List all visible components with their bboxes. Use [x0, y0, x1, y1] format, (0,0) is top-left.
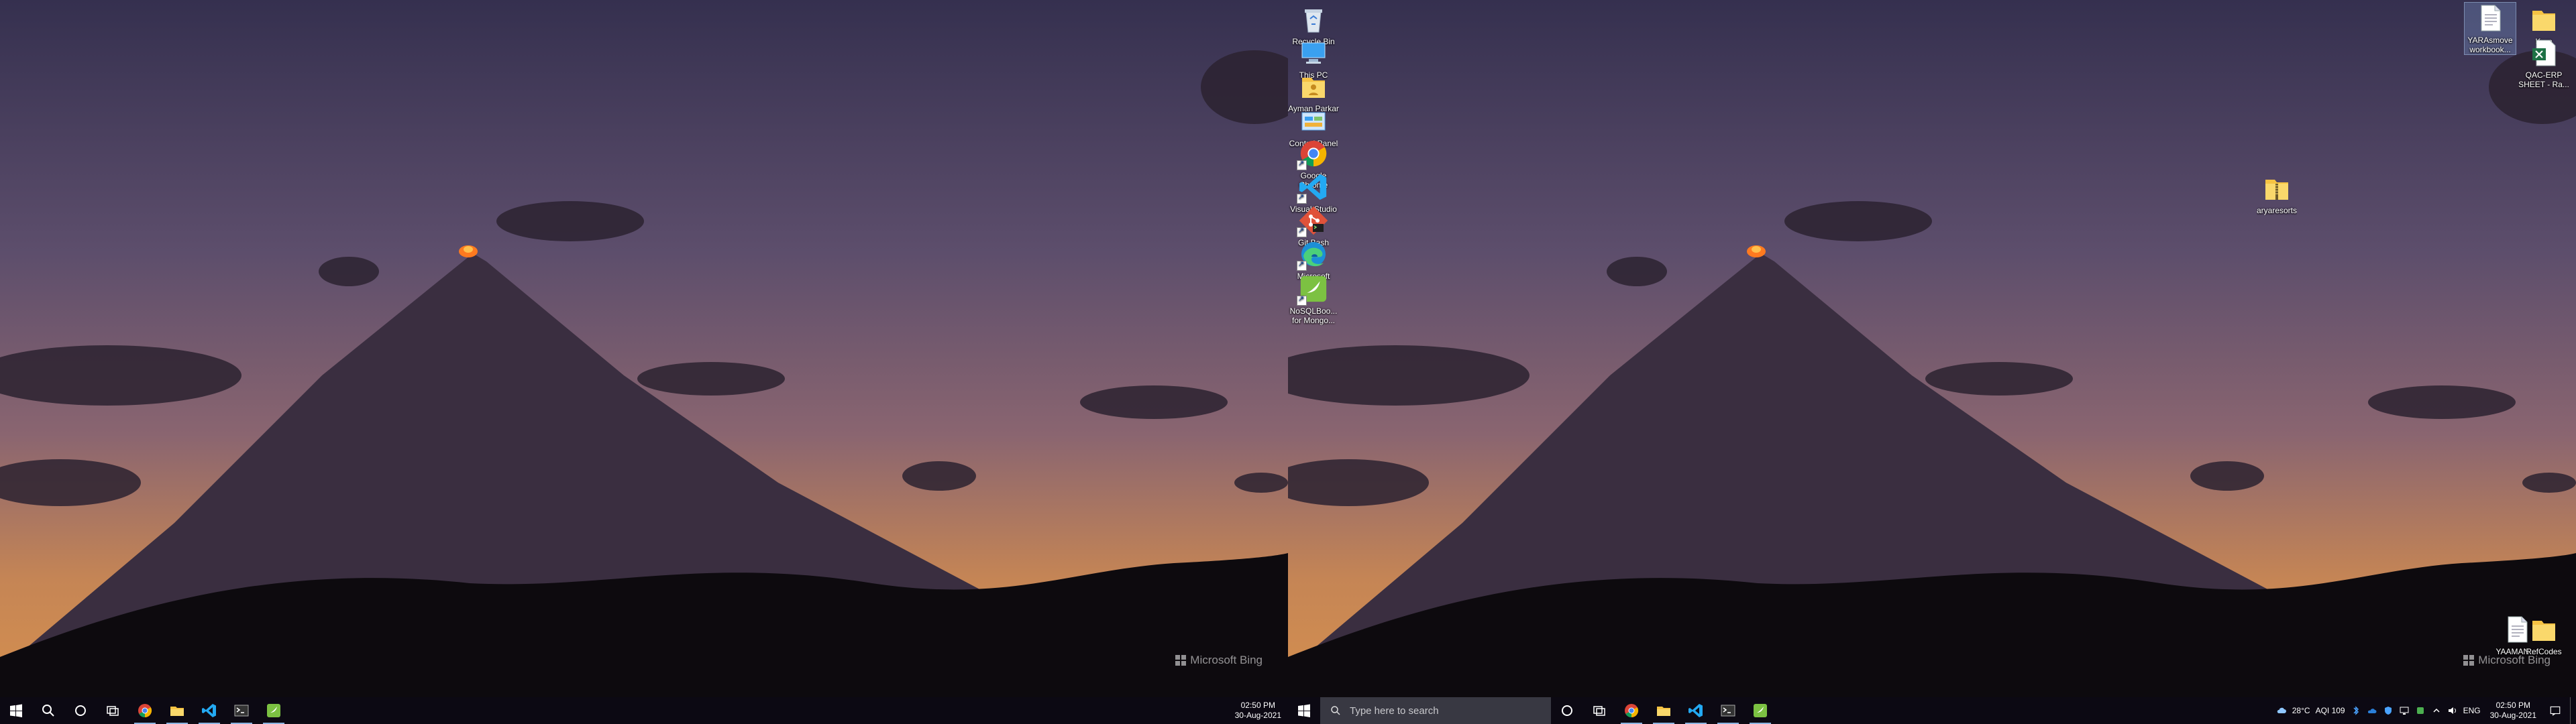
- shortcut-arrow-icon: [1297, 159, 1307, 170]
- windows-logo-icon: [1175, 655, 1187, 666]
- speaker-icon[interactable]: [2447, 705, 2458, 716]
- cortana-icon: [1562, 705, 1572, 716]
- search-icon: [1331, 706, 1340, 715]
- search-input[interactable]: Type here to search: [1320, 697, 1551, 724]
- desktop-icon-excel-sheet[interactable]: QAC-ERP SHEET - Ra...: [2518, 38, 2569, 89]
- windows-icon: [1298, 704, 1310, 717]
- search-button[interactable]: [32, 697, 64, 724]
- windows-icon: [10, 704, 22, 717]
- search-placeholder: Type here to search: [1350, 705, 1439, 717]
- recycle-bin-icon: [1305, 9, 1322, 33]
- terminal-icon: [1721, 705, 1735, 717]
- air-quality-index[interactable]: AQI 109: [2316, 706, 2345, 715]
- taskbar-terminal[interactable]: [1712, 697, 1744, 724]
- desktop-icon-workbook[interactable]: YARAsmove workbook...: [2464, 2, 2516, 55]
- desktop-icon-nosqlbooster[interactable]: NoSQLBoo... for Mongo...: [1288, 274, 1339, 325]
- task-view-button[interactable]: [1583, 697, 1615, 724]
- clock-time: 02:50 PM: [1240, 701, 1275, 710]
- task-view-button[interactable]: [97, 697, 129, 724]
- control-panel-icon: [1301, 112, 1326, 131]
- shortcut-arrow-icon: [1297, 294, 1307, 306]
- taskbar-chrome[interactable]: [129, 697, 161, 724]
- shortcut-arrow-icon: [1297, 259, 1307, 271]
- taskbar-file-explorer[interactable]: [161, 697, 193, 724]
- windows-logo-icon: [2463, 655, 2475, 666]
- clock-date: 30-Aug-2021: [2489, 711, 2536, 720]
- weather-cloud-icon[interactable]: [2276, 705, 2287, 716]
- user-folder-icon: [1302, 78, 1325, 98]
- clock-date: 30-Aug-2021: [1234, 711, 1281, 720]
- start-button[interactable]: [0, 697, 32, 724]
- folder-icon: [1657, 707, 1670, 716]
- document-icon: [2481, 5, 2501, 32]
- desktop-icon-label: QAC-ERP SHEET - Ra...: [2518, 70, 2569, 89]
- task-view-icon: [107, 706, 119, 716]
- shortcut-arrow-icon: [1297, 192, 1307, 204]
- shortcut-arrow-icon: [1297, 226, 1307, 237]
- notification-icon: [2550, 706, 2561, 716]
- desktop-icon-refcodes[interactable]: RefCodes: [2518, 614, 2569, 656]
- show-desktop-button[interactable]: [2570, 697, 2576, 724]
- onedrive-icon[interactable]: [2367, 705, 2377, 716]
- language-indicator[interactable]: ENG: [2463, 706, 2481, 715]
- weather-temperature[interactable]: 28°C: [2292, 706, 2310, 715]
- taskbar-nosqlbooster[interactable]: [1744, 697, 1776, 724]
- cortana-button[interactable]: [64, 697, 97, 724]
- folder-icon: [2532, 11, 2555, 31]
- zip-folder-icon: [2265, 180, 2288, 200]
- vscode-icon: [1688, 704, 1703, 717]
- green-app-icon[interactable]: [2415, 705, 2426, 716]
- chrome-icon: [138, 704, 152, 718]
- task-view-icon: [1593, 706, 1605, 716]
- chevron-up-icon[interactable]: [2431, 705, 2442, 716]
- clock-time: 02:50 PM: [2496, 701, 2530, 710]
- taskbar-vscode[interactable]: [193, 697, 225, 724]
- terminal-icon: [234, 705, 249, 717]
- desktop-icon-label: NoSQLBoo... for Mongo...: [1289, 306, 1338, 325]
- clock-right[interactable]: 02:50 PM 30-Aug-2021: [2483, 701, 2543, 721]
- excel-icon: [2532, 40, 2556, 66]
- nosqlbooster-icon: [1754, 704, 1767, 717]
- taskbar-file-explorer[interactable]: [1648, 697, 1680, 724]
- taskbar-vscode[interactable]: [1680, 697, 1712, 724]
- clock-left[interactable]: 02:50 PM 30-Aug-2021: [1228, 701, 1288, 721]
- shield-icon[interactable]: [2383, 705, 2394, 716]
- wallpaper-volcano: [1288, 0, 2576, 724]
- taskbar-nosqlbooster[interactable]: [258, 697, 290, 724]
- taskbar-right: Type here to search 28°C AQI 109 ENG 02:…: [1288, 697, 2576, 724]
- network-icon[interactable]: [2399, 705, 2410, 716]
- chrome-icon: [1625, 704, 1639, 718]
- action-center-button[interactable]: [2543, 697, 2567, 724]
- monitor-right: Microsoft Bing Recycle Bin This PC Ayman…: [1288, 0, 2576, 724]
- taskbar-left: 02:50 PM 30-Aug-2021: [0, 697, 1288, 724]
- cortana-button[interactable]: [1551, 697, 1583, 724]
- bluetooth-icon[interactable]: [2351, 705, 2361, 716]
- bing-watermark-label: Microsoft Bing: [1190, 654, 1263, 666]
- folder-icon: [170, 707, 184, 716]
- desktop-icon-label: RefCodes: [2526, 647, 2562, 656]
- system-tray: 28°C AQI 109 ENG: [2273, 705, 2483, 716]
- wallpaper-volcano: [0, 0, 1288, 724]
- desktop-icon-aryaresorts[interactable]: aryaresorts: [2251, 173, 2302, 215]
- monitor-left: Microsoft Bing 02:50 PM 30-Aug-2021: [0, 0, 1288, 724]
- taskbar-chrome[interactable]: [1615, 697, 1648, 724]
- start-button[interactable]: [1288, 697, 1320, 724]
- desktop-icon-label: aryaresorts: [2256, 206, 2298, 215]
- desktop-icon-label: YARAsmove workbook...: [2467, 36, 2513, 54]
- nosqlbooster-icon: [267, 704, 280, 717]
- taskbar-terminal[interactable]: [225, 697, 258, 724]
- this-pc-icon: [1301, 42, 1326, 64]
- cortana-icon: [75, 705, 86, 716]
- vscode-icon: [202, 704, 216, 717]
- bing-watermark: Microsoft Bing: [1175, 654, 1263, 667]
- search-icon: [42, 705, 54, 717]
- folder-icon: [2532, 621, 2555, 641]
